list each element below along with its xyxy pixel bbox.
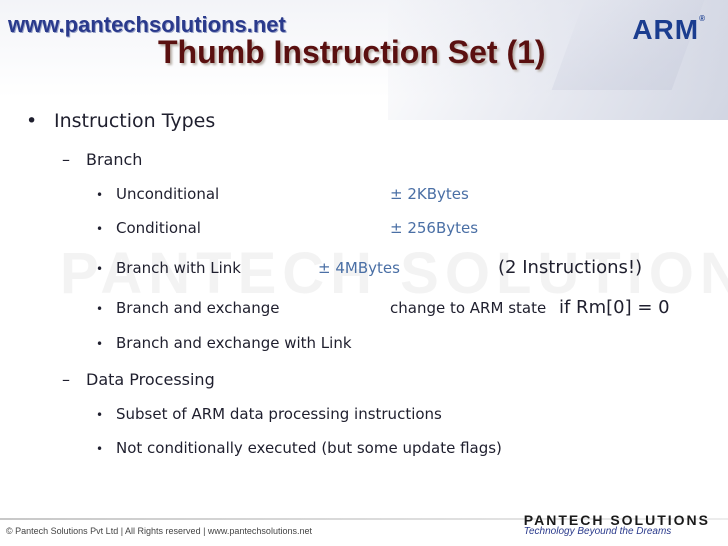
list-item-label: Unconditional [116, 185, 220, 203]
value-unconditional: ± 2KBytes [390, 185, 469, 203]
pantech-logo: PANTECH SOLUTIONS Technology Beyound the… [524, 512, 710, 537]
footer-copyright: © Pantech Solutions Pvt Ltd | All Rights… [6, 526, 312, 536]
bullet-icon: • [26, 110, 38, 132]
subheading-data-processing-text: Data Processing [86, 370, 215, 389]
bullet-icon: • [96, 408, 104, 422]
list-item-conditional: • Conditional [96, 219, 201, 237]
dash-icon: – [62, 370, 70, 389]
list-item-branch-with-link: • Branch with Link [96, 259, 241, 277]
value-branch-with-link: ± 4MBytes [318, 259, 400, 277]
bullet-icon: • [96, 302, 104, 316]
value-branch-exchange: change to ARM state [390, 299, 547, 317]
bullet-icon: • [96, 262, 104, 276]
subheading-data-processing: – Data Processing [62, 370, 215, 389]
arm-logo-text: ARM [632, 14, 700, 45]
slide-title: Thumb Instruction Set (1) [158, 34, 546, 70]
list-item-label: Branch and exchange [116, 299, 280, 317]
list-item-label: Branch and exchange with Link [116, 334, 352, 352]
list-item-unconditional: • Unconditional [96, 185, 219, 203]
bullet-icon: • [96, 222, 104, 236]
subheading-branch-text: Branch [86, 150, 143, 169]
slide: www.pantechsolutions.net ARM® Thumb Inst… [0, 0, 728, 546]
list-item-label: Not conditionally executed (but some upd… [116, 439, 502, 457]
heading-text: Instruction Types [54, 110, 216, 132]
heading-instruction-types: • Instruction Types [26, 110, 215, 132]
arm-logo: ARM® [632, 14, 706, 45]
dash-icon: – [62, 150, 70, 169]
list-item-branch-exchange: • Branch and exchange [96, 299, 279, 317]
list-item-branch-exchange-link: • Branch and exchange with Link [96, 334, 352, 352]
list-item-label: Conditional [116, 219, 201, 237]
list-item-dp-subset: • Subset of ARM data processing instructi… [96, 405, 442, 423]
bullet-icon: • [96, 337, 104, 351]
list-item-label: Subset of ARM data processing instructio… [116, 405, 442, 423]
value-conditional: ± 256Bytes [390, 219, 479, 237]
bullet-icon: • [96, 442, 104, 456]
list-item-dp-not-conditional: • Not conditionally executed (but some up… [96, 439, 502, 457]
note-branch-exchange: if Rm[0] = 0 [559, 297, 670, 318]
list-item-label: Branch with Link [116, 259, 241, 277]
bullet-icon: • [96, 188, 104, 202]
subheading-branch: – Branch [62, 150, 142, 169]
note-branch-with-link: (2 Instructions!) [498, 257, 643, 278]
